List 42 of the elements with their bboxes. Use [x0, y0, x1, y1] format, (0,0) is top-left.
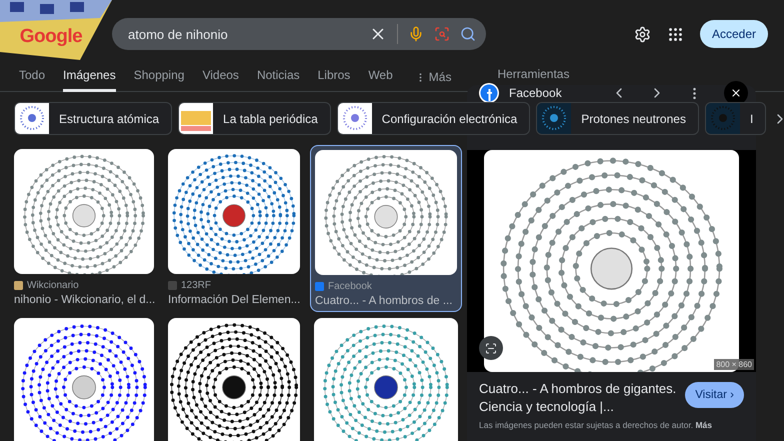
result-source: Facebook [328, 281, 372, 292]
more-menu[interactable]: Más [414, 70, 452, 91]
preview-title[interactable]: Cuatro... - A hombros de gigantes. Ciencia y tecnología |... [479, 380, 678, 416]
tab[interactable]: Web [368, 68, 393, 92]
search-field[interactable]: atomo de nihonio [126, 26, 359, 42]
suggestion-chip[interactable]: La tabla periódica [178, 102, 331, 135]
tab[interactable]: Videos [202, 68, 239, 92]
tools-tab[interactable]: Herramientas [497, 67, 570, 81]
copyright-notice: Las imágenes pueden estar sujetas a derechos de autor. Más [478, 419, 713, 430]
tab[interactable]: Imágenes [63, 68, 116, 92]
result-title[interactable]: Cuatro... - A hombros de ... [315, 295, 457, 307]
sign-in-button[interactable]: Acceder [700, 20, 768, 48]
site-icon [315, 282, 324, 291]
result-title[interactable]: nihonio - Wikcionario, el d... [14, 294, 154, 306]
site-icon [168, 281, 177, 290]
preview-source[interactable]: Facebook [509, 86, 595, 100]
lens-button[interactable] [479, 336, 503, 360]
settings-icon[interactable] [634, 26, 651, 42]
microphone-icon[interactable] [408, 26, 424, 42]
tab[interactable]: Noticias [256, 68, 300, 92]
tab[interactable]: Libros [318, 68, 350, 92]
tab[interactable]: Todo [19, 68, 46, 92]
selected-result[interactable]: Facebook Cuatro... - A hombros de ... [310, 145, 462, 312]
suggestion-chip[interactable]: Protones neutrones [536, 102, 699, 135]
tab[interactable]: Shopping [134, 68, 184, 92]
suggestion-chip[interactable]: I [704, 102, 766, 135]
site-icon [14, 281, 23, 290]
visit-button[interactable]: Visitar › [685, 382, 744, 408]
more-link[interactable]: Más [695, 420, 712, 430]
result-source: 123RF [181, 280, 212, 291]
lens-icon [485, 342, 497, 354]
search-bar[interactable]: atomo de nihonio [112, 18, 486, 50]
apps-icon[interactable] [666, 26, 684, 42]
image-result[interactable]: Wikcionario nihonio - Wikcionario, el d... [14, 149, 154, 308]
image-dimensions: 800 × 860 [714, 359, 754, 370]
image-result[interactable]: 123RF Información Del Elemen... [168, 149, 300, 308]
result-source: Wikcionario [27, 280, 79, 291]
facebook-icon [479, 83, 499, 103]
suggestion-chip[interactable]: Estructura atómica [14, 102, 172, 135]
search-icon[interactable] [460, 26, 476, 42]
result-title[interactable]: Información Del Elemen... [168, 294, 300, 306]
suggestion-chip[interactable]: Configuración electrónica [336, 102, 530, 135]
